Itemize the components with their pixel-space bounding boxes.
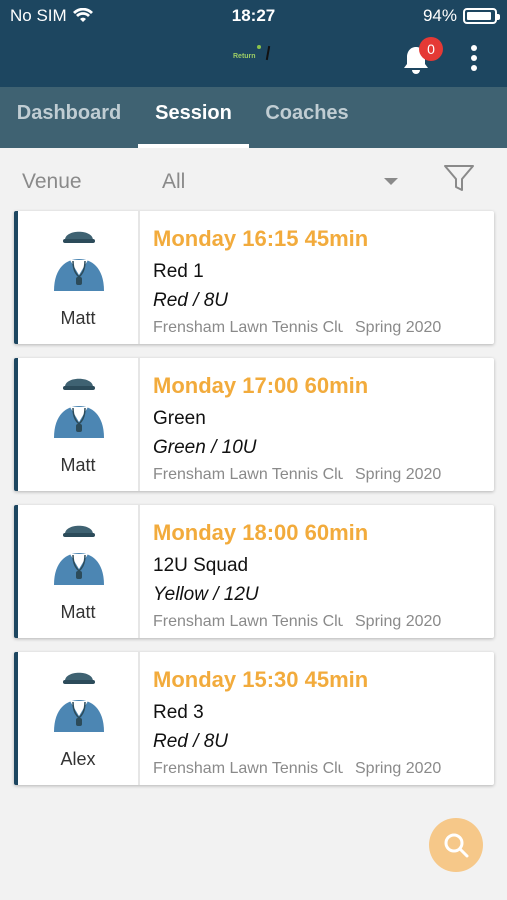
tab-dashboard[interactable]: Dashboard [8, 87, 130, 148]
session-time: Monday 18:00 60min [153, 520, 369, 545]
battery-fill [467, 12, 492, 20]
session-level: Yellow / 12U [153, 584, 259, 605]
chevron-down-icon[interactable] [384, 178, 398, 185]
venue-label: Venue [22, 170, 82, 193]
coach-name: Alex [60, 749, 96, 769]
session-venue: Frensham Lawn Tennis Club [153, 466, 343, 483]
coach-avatar-icon [54, 375, 104, 438]
tab-coaches[interactable]: Coaches [254, 87, 360, 148]
session-card[interactable]: Matt Monday 18:00 60min 12U Squad Yellow… [14, 505, 494, 638]
session-group: Green [153, 408, 206, 429]
tab-bar: Dashboard Session Coaches [0, 87, 507, 148]
app-logo: Return [233, 44, 273, 64]
session-card[interactable]: Alex Monday 15:30 45min Red 3 Red / 8U F… [14, 652, 494, 785]
session-time: Monday 15:30 45min [153, 667, 369, 692]
session-venue: Frensham Lawn Tennis Club [153, 760, 343, 777]
filter-icon[interactable] [443, 162, 475, 194]
session-venue: Frensham Lawn Tennis Club [153, 319, 343, 336]
search-button[interactable] [429, 818, 483, 872]
coach-name: Matt [60, 455, 96, 475]
session-card[interactable]: Matt Monday 17:00 60min Green Green / 10… [14, 358, 494, 491]
session-venue: Frensham Lawn Tennis Club [153, 613, 343, 630]
logo-text: Return [233, 53, 256, 60]
coach-panel: Alex [18, 652, 140, 785]
coach-panel: Matt [18, 211, 140, 344]
session-card[interactable]: Matt Monday 16:15 45min Red 1 Red / 8U F… [14, 211, 494, 344]
session-time: Monday 17:00 60min [153, 373, 369, 398]
session-time: Monday 16:15 45min [153, 226, 369, 251]
app-header: No SIM 18:27 94% Return 0 [0, 0, 507, 87]
coach-avatar-icon [54, 522, 104, 585]
coach-avatar-icon [54, 669, 104, 732]
coach-panel: Matt [18, 358, 140, 491]
battery-percent: 94% [422, 6, 457, 25]
venue-filter: Venue All [0, 148, 507, 212]
session-term: Spring 2020 [355, 613, 442, 630]
coach-panel: Matt [18, 505, 140, 638]
status-bar: No SIM 18:27 94% [0, 0, 507, 30]
session-group: Red 1 [153, 261, 204, 282]
coach-name: Matt [60, 602, 96, 622]
venue-select[interactable]: All [162, 170, 185, 194]
battery-icon [463, 8, 500, 24]
coach-avatar-icon [54, 228, 104, 291]
session-term: Spring 2020 [355, 466, 442, 483]
session-level: Red / 8U [153, 731, 228, 752]
session-level: Green / 10U [153, 437, 257, 458]
search-icon [444, 833, 469, 858]
session-term: Spring 2020 [355, 760, 442, 777]
coach-name: Matt [60, 308, 96, 328]
tab-session[interactable]: Session [138, 87, 249, 148]
more-vertical-icon[interactable] [462, 43, 486, 73]
session-group: 12U Squad [153, 555, 249, 576]
session-term: Spring 2020 [355, 319, 442, 336]
session-level: Red / 8U [153, 290, 228, 311]
session-group: Red 3 [153, 702, 204, 723]
notification-badge[interactable]: 0 [419, 37, 443, 61]
